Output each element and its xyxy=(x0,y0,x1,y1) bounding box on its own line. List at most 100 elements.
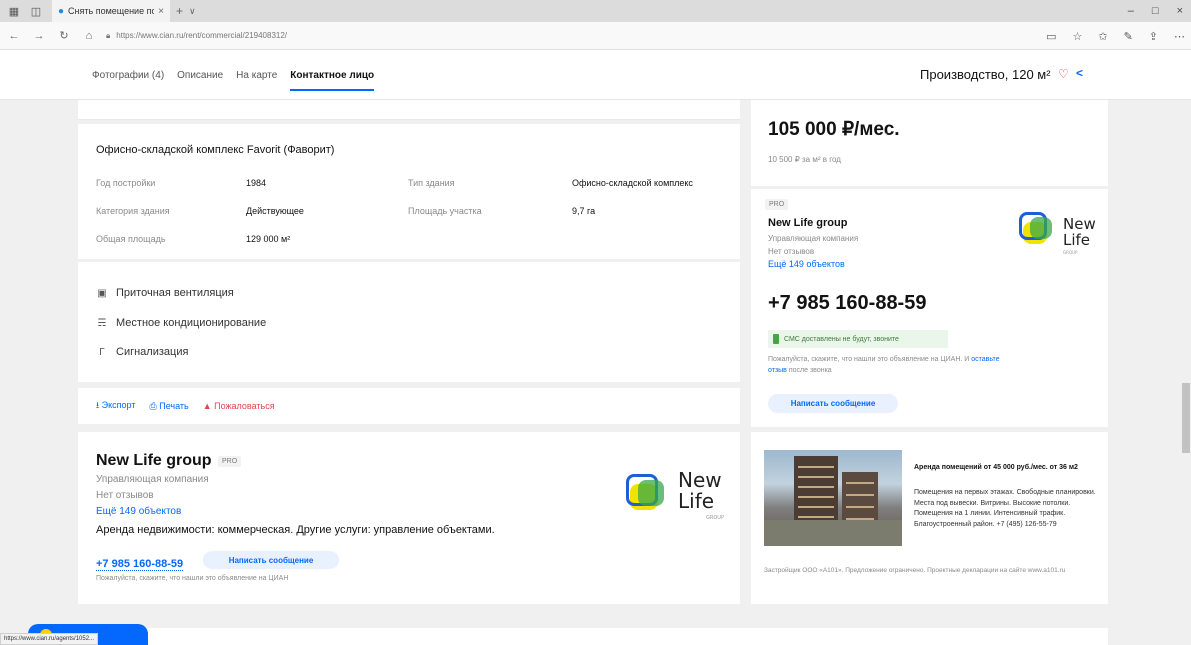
ad-text: Помещения на первых этажах. Свободные пл… xyxy=(914,489,1096,528)
agent-reviews: Нет отзывов xyxy=(96,490,154,501)
page-scrollbar[interactable] xyxy=(1181,100,1191,645)
contact-card: PRO New Life group Управляющая компания … xyxy=(751,189,1108,427)
agent-note: Пожалуйста, скажите, что нашли это объяв… xyxy=(96,575,289,582)
price-card: 105 000 ₽/мес. ⌄ 10 500 ₽ за м² в год xyxy=(751,100,1108,186)
section-tabs: Фотографии (4) Описание На карте Контакт… xyxy=(92,50,387,100)
tab-list-button[interactable]: ∨ xyxy=(189,6,196,17)
print-button[interactable]: ⎙ Печать xyxy=(150,401,189,412)
prop-label-year: Год постройки xyxy=(96,178,156,188)
pro-badge: PRO xyxy=(765,199,789,210)
next-section-card xyxy=(78,628,1108,645)
prop-label-area: Общая площадь xyxy=(96,234,166,244)
share-icon[interactable]: < xyxy=(1076,66,1083,80)
sms-notice: СМС доставлены не будут, звоните xyxy=(768,330,948,348)
contact-phone[interactable]: +7 985 160-88-59 xyxy=(768,292,926,315)
url-text: https://www.cian.ru/rent/commercial/2194… xyxy=(116,31,288,40)
chevron-down-icon[interactable]: ⌄ xyxy=(883,127,890,136)
agent-objects-link[interactable]: Ещё 149 объектов xyxy=(96,506,181,517)
address-field[interactable]: 🔒︎ https://www.cian.ru/rent/commercial/2… xyxy=(106,31,287,41)
window-controls: – □ × xyxy=(1128,0,1183,22)
listing-title: Производство, 120 м² xyxy=(920,67,1051,82)
agent-name[interactable]: New Life group xyxy=(96,452,212,470)
browser-toolbar-right: ▭ ☆ ✩ ✎ ⇪ ⋯ xyxy=(1046,22,1185,50)
contact-reviews: Нет отзывов xyxy=(768,247,815,256)
phone-icon xyxy=(773,334,779,344)
lock-icon: 🔒︎ xyxy=(106,30,111,40)
contact-name[interactable]: New Life group xyxy=(768,217,847,229)
browser-tab[interactable]: ● Снять помещение под × xyxy=(52,0,170,22)
write-message-button[interactable]: Написать сообщение xyxy=(203,551,339,569)
ad-disclaimer: Застройщик ООО «А101». Предложение огран… xyxy=(764,567,1066,574)
feature-label: Приточная вентиляция xyxy=(116,287,234,299)
tab-actions-icon[interactable]: ▦ xyxy=(6,3,22,19)
feature-label: Местное кондиционирование xyxy=(116,317,267,329)
agent-phone[interactable]: +7 985 160-88-59 xyxy=(96,558,184,571)
alarm-icon: Γ xyxy=(99,346,105,358)
ad-title[interactable]: Аренда помещений от 45 000 руб./мес. от … xyxy=(914,463,1104,473)
conditioner-icon: ☴ xyxy=(97,317,107,329)
notes-icon[interactable]: ✎ xyxy=(1124,30,1133,43)
prop-value-plot: 9,7 га xyxy=(572,206,596,216)
new-tab-button[interactable]: + xyxy=(176,4,183,18)
sms-notice-text: СМС доставлены не будут, звоните xyxy=(784,335,899,343)
minimize-button[interactable]: – xyxy=(1128,5,1134,17)
tab-close-icon[interactable]: × xyxy=(158,6,164,17)
prop-label-plot: Площадь участка xyxy=(408,206,482,216)
contact-objects-link[interactable]: Ещё 149 объектов xyxy=(768,259,845,269)
share-icon[interactable]: ⇪ xyxy=(1149,30,1158,43)
export-button[interactable]: ⭳ Экспорт xyxy=(96,398,136,414)
write-message-button[interactable]: Написать сообщение xyxy=(768,394,898,413)
tab-photos[interactable]: Фотографии (4) xyxy=(92,50,164,100)
ventilation-icon: ▣ xyxy=(97,287,107,299)
warning-icon: ▲ xyxy=(202,401,212,411)
tab-contact[interactable]: Контактное лицо xyxy=(290,50,374,100)
agent-type: Управляющая компания xyxy=(96,474,209,485)
forward-icon[interactable]: → xyxy=(28,30,50,42)
prop-value-year: 1984 xyxy=(246,178,267,188)
tab-aside-icon[interactable]: ◫ xyxy=(28,3,44,19)
agent-card: New Life group PRO Управляющая компания … xyxy=(78,432,740,604)
advertisement-card[interactable]: Аренда помещений от 45 000 руб./мес. от … xyxy=(751,432,1108,604)
prop-value-category: Действующее xyxy=(246,206,304,216)
scrollbar-thumb[interactable] xyxy=(1182,383,1190,453)
building-info-card: Офисно-складской комплекс Favorit (Фавор… xyxy=(78,124,740,259)
description-card-bottom xyxy=(78,100,740,120)
browser-tab-bar: ▦ ◫ ● Снять помещение под × + ∨ – □ × xyxy=(0,0,1191,22)
prop-value-area: 129 000 м² xyxy=(246,234,291,244)
printer-icon: ⎙ xyxy=(149,400,157,411)
complain-label: Пожаловаться xyxy=(214,401,275,411)
tab-description[interactable]: Описание xyxy=(177,50,223,100)
ad-building-image[interactable] xyxy=(764,450,902,546)
export-label: Экспорт xyxy=(101,400,136,410)
contact-note: Пожалуйста, скажите, что нашли это объяв… xyxy=(768,356,1000,374)
refresh-icon[interactable]: ↻ xyxy=(53,29,75,42)
back-icon[interactable]: ← xyxy=(3,30,25,42)
address-bar-row: ← → ↻ ⌂ 🔒︎ https://www.cian.ru/rent/comm… xyxy=(0,22,1191,50)
close-window-button[interactable]: × xyxy=(1177,5,1183,17)
tab-map[interactable]: На карте xyxy=(236,50,277,100)
reading-view-icon[interactable]: ▭ xyxy=(1046,30,1056,43)
site-favicon-icon: ● xyxy=(58,5,65,17)
feature-item: ▣ Приточная вентиляция xyxy=(96,287,234,299)
favorite-star-icon[interactable]: ☆ xyxy=(1072,30,1082,43)
price-value: 105 000 ₽/мес. xyxy=(768,119,900,140)
prop-value-type: Офисно-складской комплекс xyxy=(572,178,693,188)
maximize-button[interactable]: □ xyxy=(1152,5,1159,17)
browser-tab-title: Снять помещение под xyxy=(68,6,155,16)
status-bar-url: https://www.cian.ru/agents/1052... xyxy=(0,633,99,645)
prop-label-type: Тип здания xyxy=(408,178,455,188)
listing-sticky-header: Фотографии (4) Описание На карте Контакт… xyxy=(0,50,1191,100)
complain-button[interactable]: ▲ Пожаловаться xyxy=(203,401,275,411)
prop-label-category: Категория здания xyxy=(96,206,170,216)
features-card: ▣ Приточная вентиляция ☴ Местное кондици… xyxy=(78,262,740,382)
new-life-logo: New Life GROUP xyxy=(1013,205,1105,263)
listing-actions-bar: ⭳ Экспорт ⎙ Печать ▲ Пожаловаться xyxy=(78,388,740,424)
more-icon[interactable]: ⋯ xyxy=(1174,30,1185,43)
feature-item: ☴ Местное кондиционирование xyxy=(96,317,267,329)
feature-item: Γ Сигнализация xyxy=(96,346,188,358)
favorites-list-icon[interactable]: ✩ xyxy=(1098,30,1107,43)
pro-badge: PRO xyxy=(218,456,242,467)
price-per-year: 10 500 ₽ за м² в год xyxy=(768,155,841,164)
home-icon[interactable]: ⌂ xyxy=(78,30,100,42)
heart-icon[interactable]: ♡ xyxy=(1058,67,1069,81)
